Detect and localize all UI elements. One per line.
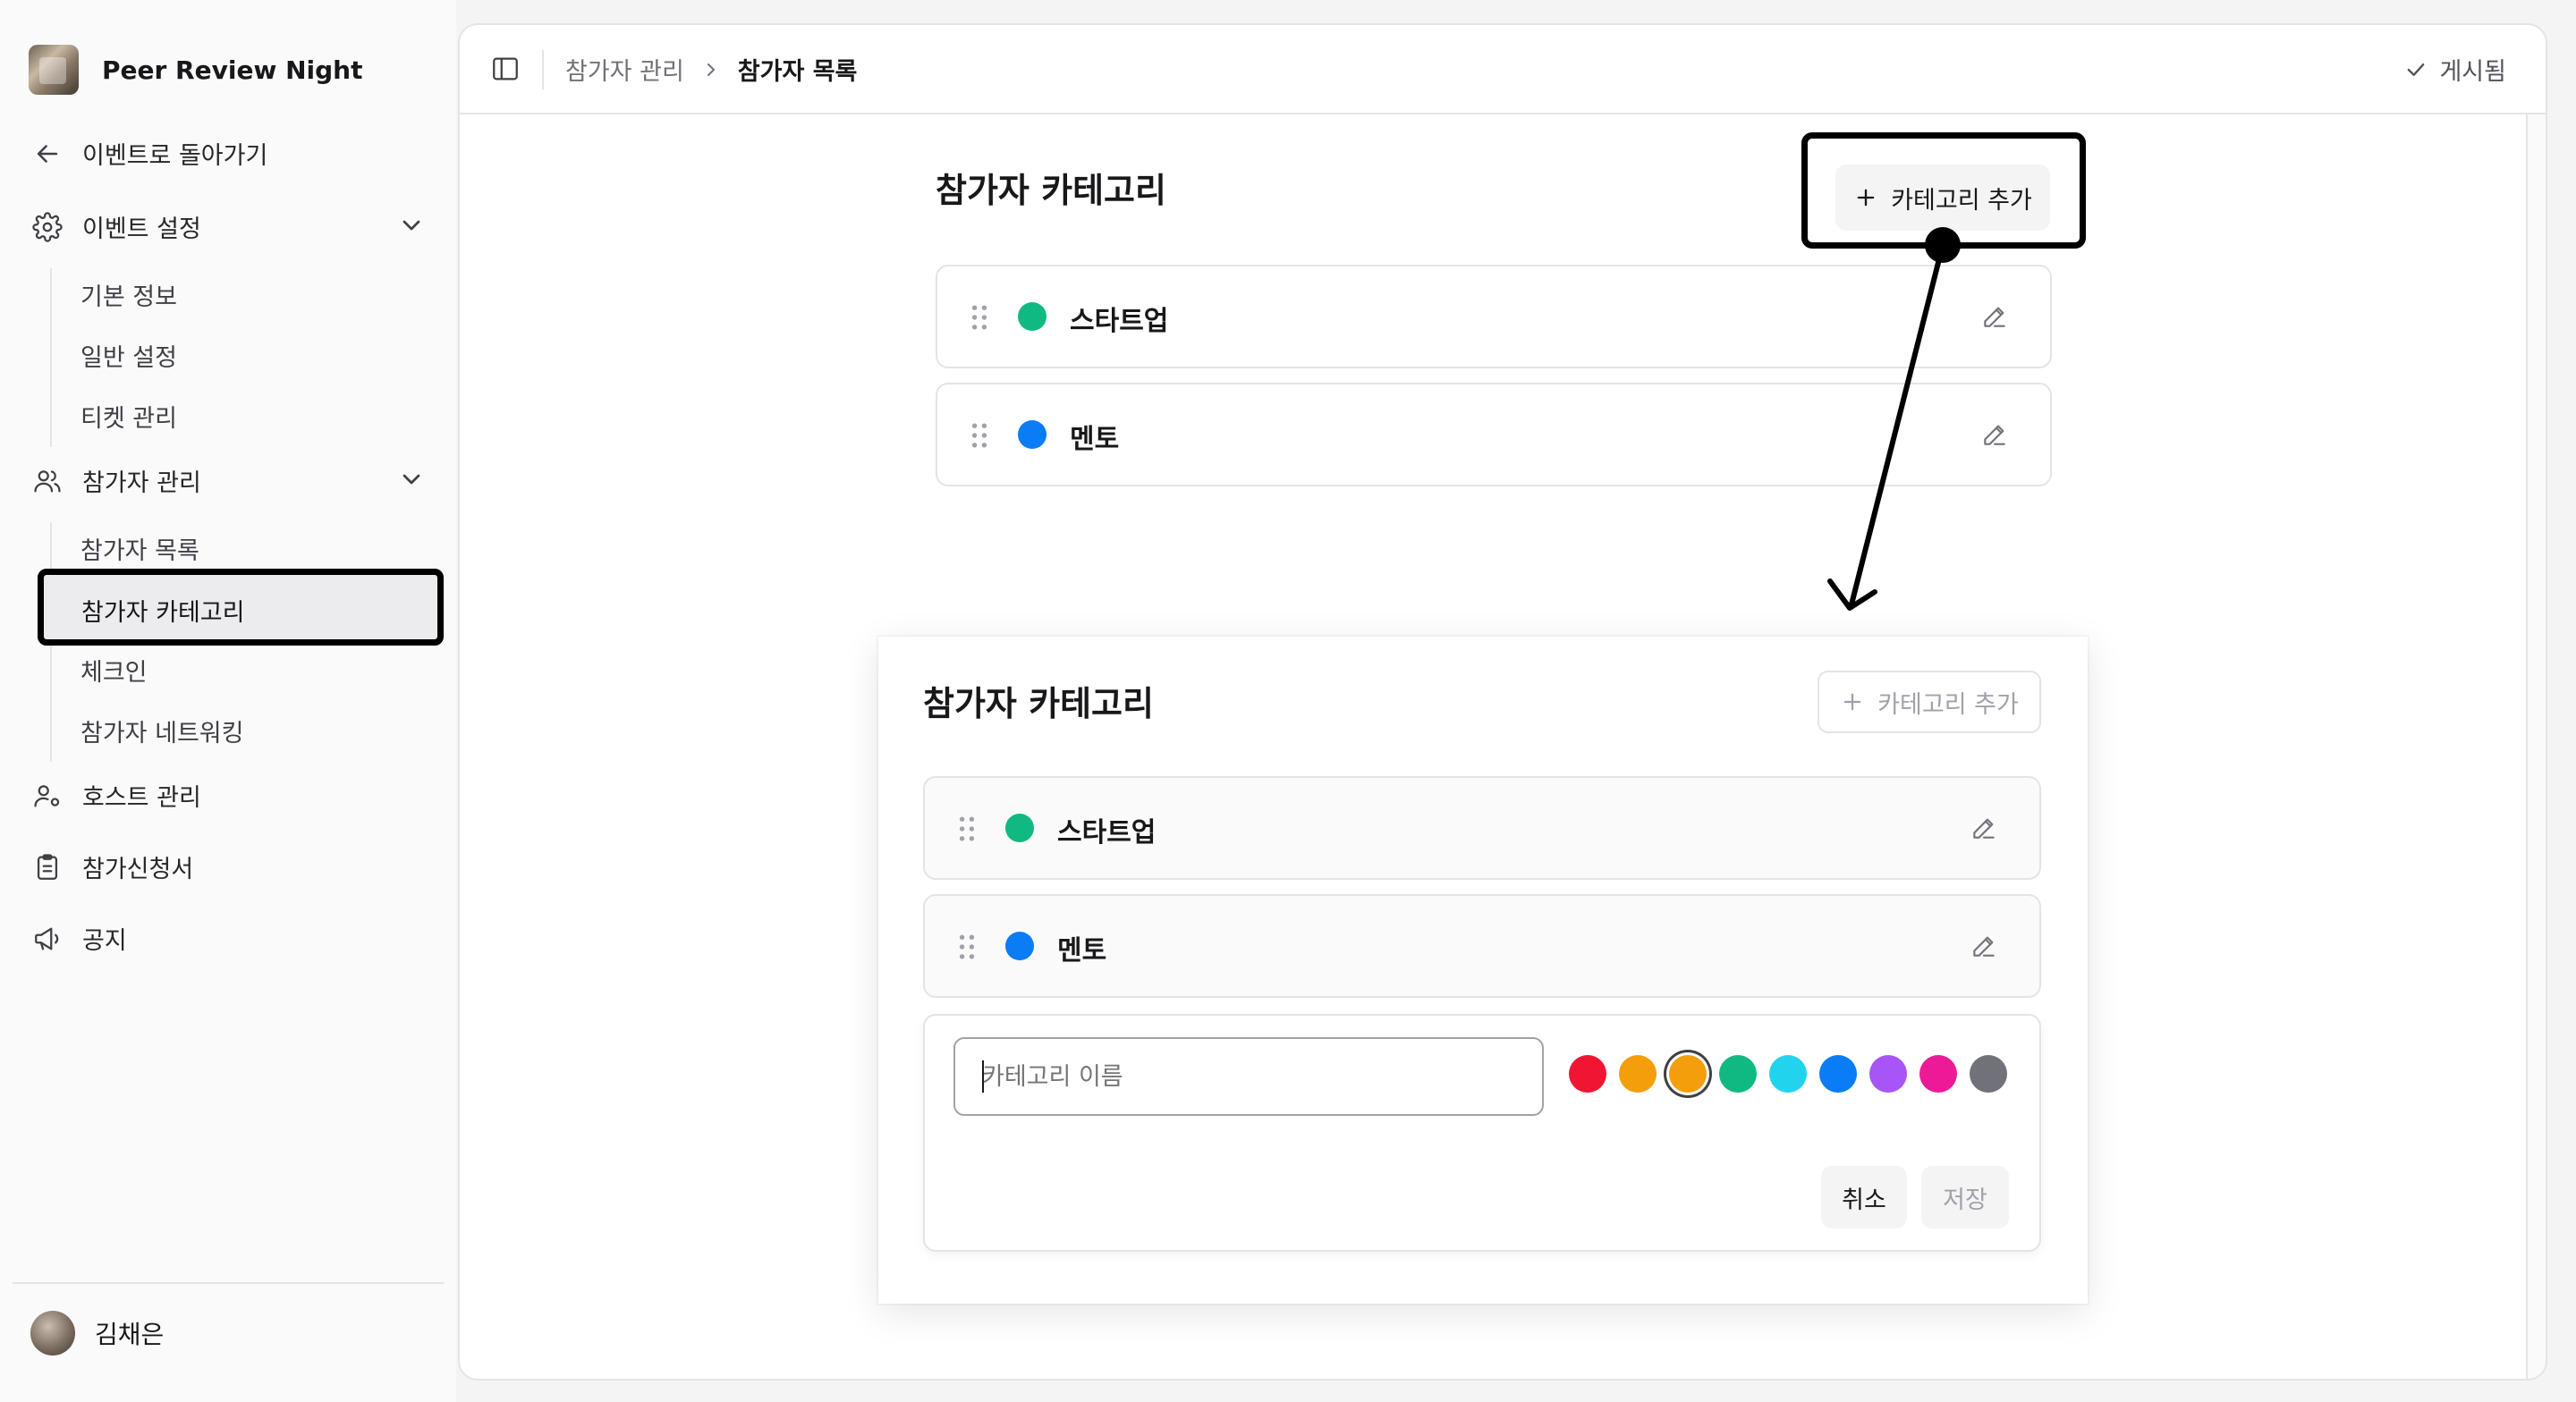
notice-label: 공지 <box>82 927 127 955</box>
list-item[interactable]: 스타트업 <box>936 265 2052 368</box>
publish-status-label: 게시됨 <box>2439 58 2506 86</box>
drag-handle-icon[interactable] <box>959 815 975 842</box>
zoomed-detail-panel: 참가자 카테고리 카테고리 추가 스타트업 멘토 취소 저장 <box>878 637 2088 1304</box>
breadcrumb: 참가자 관리 참가자 목록 <box>565 52 857 87</box>
save-button[interactable]: 저장 <box>1921 1166 2009 1229</box>
megaphone-icon <box>35 927 59 950</box>
sidebar-item-label: 참가자 카테고리 <box>81 599 245 627</box>
color-swatch-blue[interactable] <box>1819 1055 1857 1093</box>
color-swatch-purple[interactable] <box>1869 1055 1907 1093</box>
pencil-icon[interactable] <box>1970 932 1998 960</box>
color-swatch-pink[interactable] <box>1919 1055 1957 1093</box>
add-category-label: 카테고리 추가 <box>1877 690 2019 719</box>
category-color-dot <box>1005 814 1034 842</box>
users-icon <box>34 469 61 492</box>
category-name: 스타트업 <box>1070 306 1169 337</box>
nav-notice[interactable]: 공지 <box>32 921 127 956</box>
participant-management-label: 참가자 관리 <box>82 469 201 497</box>
topbar: 참가자 관리 참가자 목록 게시됨 <box>460 25 2546 114</box>
event-logo <box>29 45 79 95</box>
back-to-event-label: 이벤트로 돌아가기 <box>82 142 268 170</box>
chevron-down-icon[interactable] <box>397 465 426 494</box>
list-item[interactable]: 멘토 <box>923 894 2041 998</box>
scrollbar[interactable] <box>2526 114 2546 1379</box>
pencil-icon[interactable] <box>1980 302 2009 331</box>
arrow-left-icon <box>37 144 58 163</box>
sidebar-item-ticket-management[interactable]: 티켓 관리 <box>80 399 177 434</box>
category-name: 멘토 <box>1057 935 1107 967</box>
nav-application-form[interactable]: 참가신청서 <box>32 849 193 884</box>
page-title: 참가자 카테고리 <box>923 684 1154 723</box>
sidebar-item-checkin[interactable]: 체크인 <box>80 653 148 688</box>
brand[interactable]: Peer Review Night <box>29 45 362 95</box>
user-name: 김채은 <box>95 1320 165 1349</box>
color-swatch-orange[interactable] <box>1619 1055 1657 1093</box>
drag-handle-icon[interactable] <box>971 304 987 331</box>
submenu-guide <box>50 268 52 447</box>
color-picker <box>1569 1055 2007 1093</box>
category-color-dot <box>1005 932 1034 960</box>
plus-icon <box>1843 693 1861 711</box>
event-title: Peer Review Night <box>102 55 363 85</box>
color-swatch-red[interactable] <box>1569 1055 1606 1093</box>
breadcrumb-current: 참가자 목록 <box>737 58 858 86</box>
list-item[interactable]: 멘토 <box>936 383 2052 486</box>
sidebar-item-networking[interactable]: 참가자 네트워킹 <box>80 714 243 748</box>
list-item[interactable]: 스타트업 <box>923 776 2041 880</box>
nav-host-management[interactable]: 호스트 관리 <box>32 778 201 813</box>
topbar-divider <box>542 50 544 89</box>
pencil-icon[interactable] <box>1970 814 1998 842</box>
sidebar-item-general-settings[interactable]: 일반 설정 <box>80 338 177 373</box>
category-name: 멘토 <box>1070 424 1120 455</box>
clipboard-icon <box>37 853 58 880</box>
application-form-label: 참가신청서 <box>82 856 194 883</box>
sidebar-item-basic-info[interactable]: 기본 정보 <box>80 277 177 312</box>
color-swatch-amber-selected[interactable] <box>1669 1055 1707 1093</box>
user-gear-icon <box>34 784 60 807</box>
drag-handle-icon[interactable] <box>971 422 987 449</box>
color-swatch-cyan[interactable] <box>1769 1055 1807 1093</box>
check-icon <box>2408 63 2425 76</box>
avatar <box>30 1311 75 1356</box>
add-category-button[interactable]: 카테고리 추가 <box>1818 671 2041 733</box>
category-name-input[interactable] <box>953 1037 1544 1116</box>
highlight-frame <box>1801 132 2086 249</box>
event-settings-label: 이벤트 설정 <box>82 215 201 243</box>
text-cursor <box>982 1060 984 1093</box>
user-menu[interactable]: 김채은 <box>30 1311 164 1356</box>
back-to-event-link[interactable]: 이벤트로 돌아가기 <box>32 136 267 171</box>
category-color-dot <box>1018 302 1046 331</box>
publish-status[interactable]: 게시됨 <box>2403 52 2506 87</box>
nav-participant-management[interactable]: 참가자 관리 <box>32 463 201 498</box>
pencil-icon[interactable] <box>1980 420 2009 449</box>
sidebar-toggle-icon[interactable] <box>490 54 521 84</box>
gear-icon <box>32 211 63 242</box>
drag-handle-icon[interactable] <box>959 933 975 960</box>
cancel-button[interactable]: 취소 <box>1821 1166 1907 1229</box>
sidebar-item-participant-list[interactable]: 참가자 목록 <box>80 531 199 566</box>
chevron-down-icon[interactable] <box>397 211 426 240</box>
breadcrumb-parent[interactable]: 참가자 관리 <box>565 52 684 87</box>
new-category-form: 취소 저장 <box>923 1014 2041 1252</box>
nav-event-settings[interactable]: 이벤트 설정 <box>32 209 201 244</box>
color-swatch-gray[interactable] <box>1970 1055 2007 1093</box>
sidebar-divider <box>13 1282 444 1284</box>
sidebar: Peer Review Night 이벤트로 돌아가기 이벤트 설정 기본 정보… <box>0 0 456 1402</box>
chevron-right-icon <box>707 63 715 76</box>
color-swatch-green[interactable] <box>1719 1055 1757 1093</box>
category-color-dot <box>1018 420 1046 449</box>
sidebar-item-participant-category[interactable]: 참가자 카테고리 <box>38 569 444 646</box>
page-title: 참가자 카테고리 <box>936 171 1166 210</box>
category-name: 스타트업 <box>1057 817 1157 849</box>
host-management-label: 호스트 관리 <box>82 784 201 812</box>
